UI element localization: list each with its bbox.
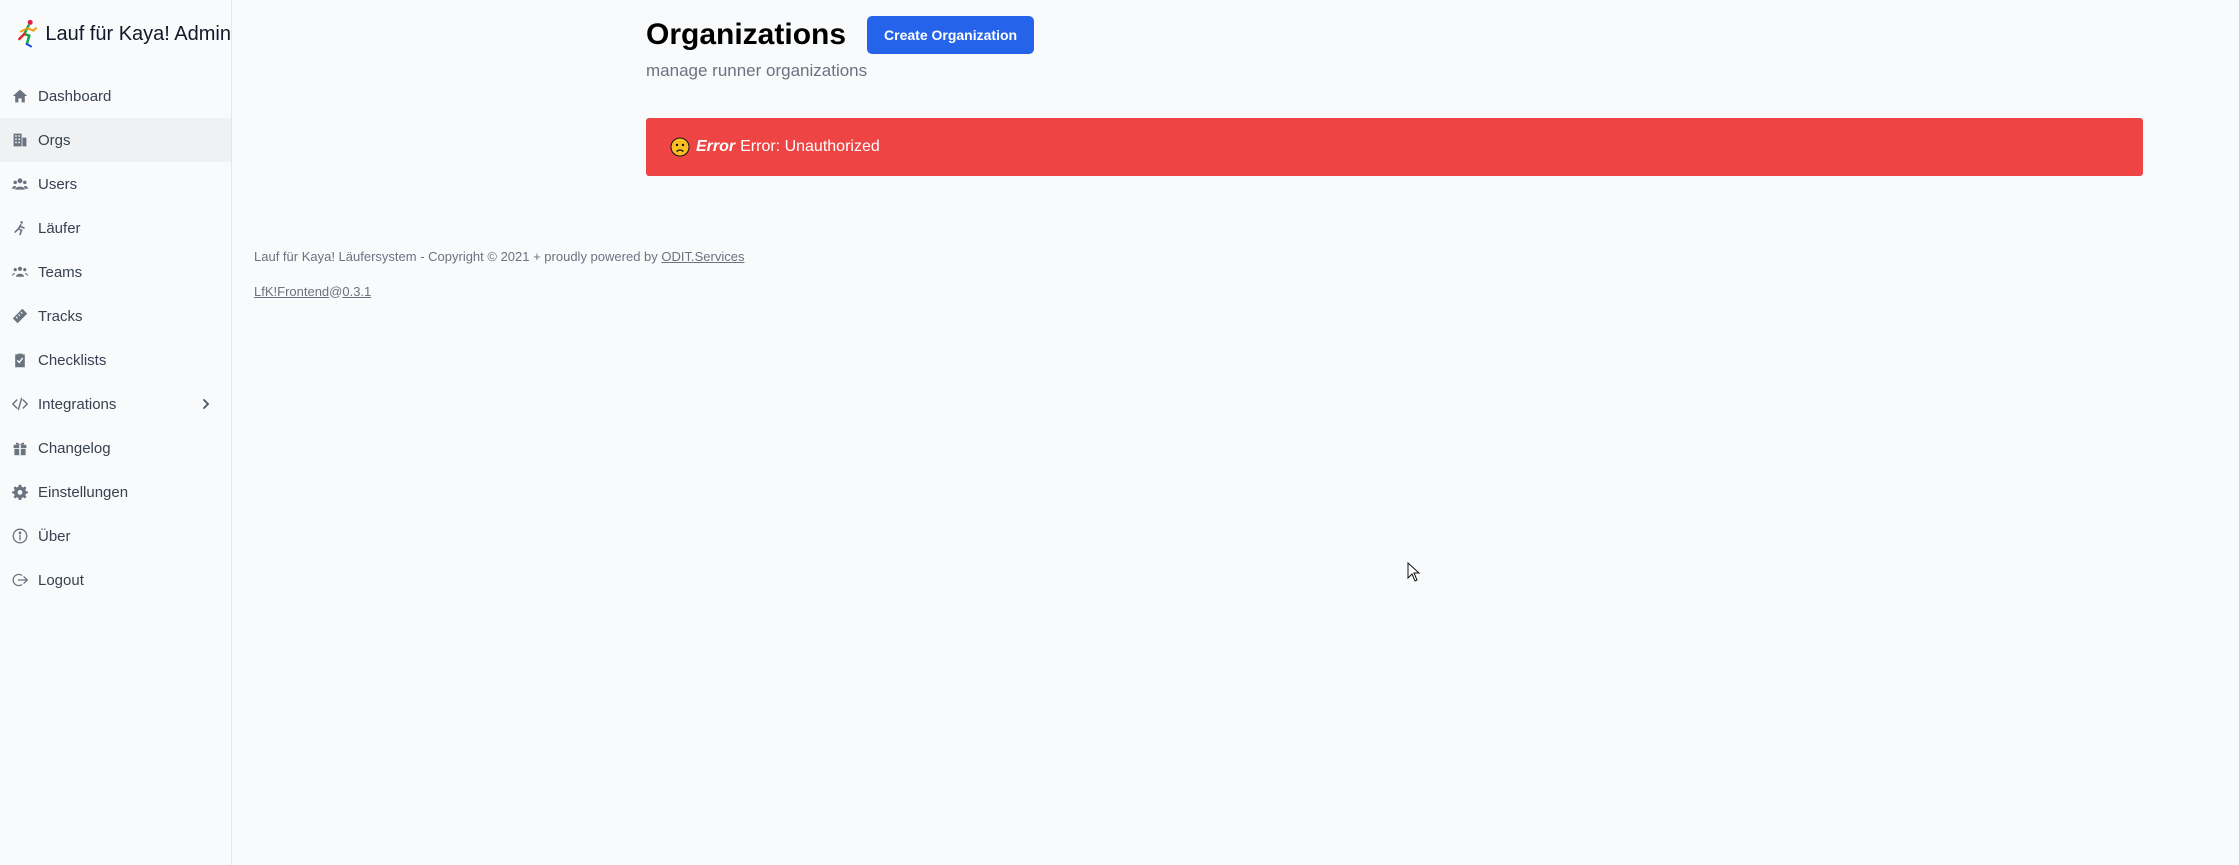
app-root: Lauf für Kaya! Admin Dashboard Orgs User… [0, 0, 2239, 865]
brand-title: Lauf für Kaya! Admin [45, 22, 231, 45]
sidebar: Lauf für Kaya! Admin Dashboard Orgs User… [0, 0, 232, 865]
ruler-icon [11, 307, 29, 325]
team-icon [11, 263, 29, 281]
sidebar-item-orgs[interactable]: Orgs [0, 118, 231, 162]
sidebar-item-teams[interactable]: Teams [0, 250, 231, 294]
mouse-cursor-icon [1407, 562, 1421, 582]
runner-icon [11, 219, 29, 237]
main-content: Organizations Create Organization manage… [232, 0, 2239, 865]
sidebar-item-users[interactable]: Users [0, 162, 231, 206]
info-icon [11, 527, 29, 545]
sidebar-item-tracks[interactable]: Tracks [0, 294, 231, 338]
sidebar-item-dashboard[interactable]: Dashboard [0, 74, 231, 118]
sidebar-item-label: Tracks [38, 307, 83, 325]
sidebar-item-einstellungen[interactable]: Einstellungen [0, 470, 231, 514]
home-icon [11, 87, 29, 105]
code-icon [11, 395, 29, 413]
error-message: Error: Unauthorized [740, 138, 880, 155]
sidebar-item-label: Läufer [38, 219, 81, 237]
sidebar-item-label: Über [38, 527, 71, 545]
chevron-right-icon[interactable] [199, 397, 213, 411]
sidebar-item-label: Users [38, 175, 78, 193]
sidebar-item-logout[interactable]: Logout [0, 558, 231, 602]
worried-face-icon [670, 137, 690, 157]
brand[interactable]: Lauf für Kaya! Admin [0, 0, 231, 68]
error-label: Error [696, 138, 736, 155]
version-at: @ [329, 284, 343, 299]
gift-icon [11, 439, 29, 457]
sidebar-item-label: Teams [38, 263, 83, 281]
version-name-link[interactable]: LfK!Frontend [254, 284, 329, 299]
building-icon [11, 131, 29, 149]
sidebar-item-laeufer[interactable]: Läufer [0, 206, 231, 250]
create-organization-button[interactable]: Create Organization [867, 16, 1035, 54]
page-title: Organizations [646, 18, 847, 51]
gear-icon [11, 483, 29, 501]
sidebar-item-ueber[interactable]: Über [0, 514, 231, 558]
page-header: Organizations Create Organization manage… [646, 16, 1035, 81]
sidebar-item-checklists[interactable]: Checklists [0, 338, 231, 382]
footer-version: LfK!Frontend@0.3.1 [254, 284, 744, 299]
sidebar-item-integrations[interactable]: Integrations [0, 382, 231, 426]
sidebar-item-label: Checklists [38, 351, 107, 369]
logout-icon [11, 571, 29, 589]
version-number-link[interactable]: 0.3.1 [342, 284, 371, 299]
sidebar-item-label: Logout [38, 571, 84, 589]
footer-copyright: Lauf für Kaya! Läufersystem - Copyright … [254, 249, 744, 264]
sidebar-item-label: Dashboard [38, 87, 112, 105]
footer-text: Lauf für Kaya! Läufersystem - Copyright … [254, 249, 658, 264]
sidebar-item-label: Einstellungen [38, 483, 129, 501]
sidebar-item-label: Integrations [38, 395, 117, 413]
odit-services-link[interactable]: ODIT.Services [661, 249, 744, 264]
title-row: Organizations Create Organization [646, 16, 1035, 54]
page-subtitle: manage runner organizations [646, 61, 868, 80]
clipboard-check-icon [11, 351, 29, 369]
sidebar-item-label: Orgs [38, 131, 71, 149]
users-icon [11, 175, 29, 193]
footer: Lauf für Kaya! Läufersystem - Copyright … [254, 249, 744, 299]
sidebar-item-label: Changelog [38, 439, 111, 457]
runner-logo-icon [18, 19, 37, 48]
error-banner: Error Error: Unauthorized [646, 118, 2143, 176]
sidebar-item-changelog[interactable]: Changelog [0, 426, 231, 470]
sidebar-nav: Dashboard Orgs Users Läufer Teams Tracks… [0, 74, 231, 602]
